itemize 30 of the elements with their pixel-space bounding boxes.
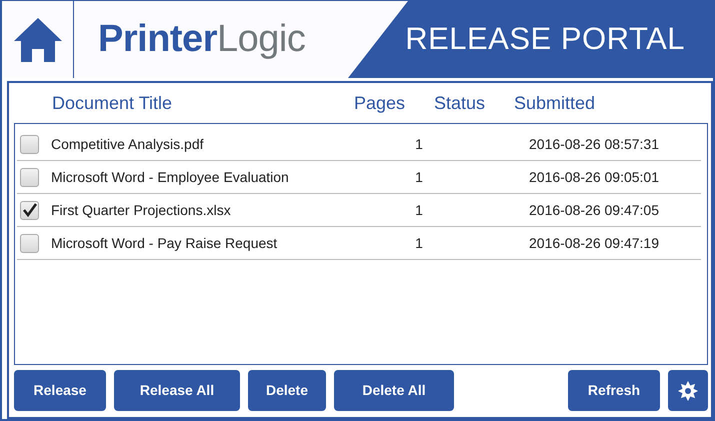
page-count: 1 <box>415 234 423 250</box>
checkbox[interactable] <box>20 134 39 154</box>
column-header: Status <box>434 92 486 114</box>
portal-title: RELEASE PORTAL <box>405 20 685 58</box>
submitted-time: 2016-08-26 08:57:31 <box>529 136 659 152</box>
action-button[interactable]: Delete <box>248 370 326 411</box>
column-header: Pages <box>354 92 406 115</box>
settings-button[interactable] <box>668 370 708 411</box>
document-title: Competitive Analysis.pdf <box>51 136 204 152</box>
checkbox[interactable] <box>20 168 39 186</box>
document-title: Microsoft Word - Pay Raise Request <box>51 234 278 250</box>
submitted-time: 2016-08-26 09:47:19 <box>529 234 659 250</box>
refresh-button[interactable]: Refresh <box>568 370 660 411</box>
checkbox[interactable] <box>20 200 39 220</box>
page-count: 1 <box>415 136 423 152</box>
action-button[interactable]: Delete All <box>334 370 454 411</box>
settings-icon <box>676 378 700 402</box>
page-count: 1 <box>415 168 423 184</box>
action-button[interactable]: Release <box>14 370 106 411</box>
submitted-time: 2016-08-26 09:47:05 <box>529 202 659 218</box>
document-title: First Quarter Projections.xlsx <box>51 202 231 218</box>
action-button[interactable]: Release All <box>114 370 240 411</box>
page-count: 1 <box>415 202 423 218</box>
column-header: Submitted <box>514 92 596 114</box>
column-header: Document Title <box>51 92 174 114</box>
checkbox[interactable] <box>20 234 39 252</box>
logo: PrinterLogic <box>98 17 306 62</box>
document-title: Microsoft Word - Employee Evaluation <box>51 168 289 184</box>
submitted-time: 2016-08-26 09:05:01 <box>529 168 659 184</box>
home-icon[interactable] <box>12 16 62 62</box>
